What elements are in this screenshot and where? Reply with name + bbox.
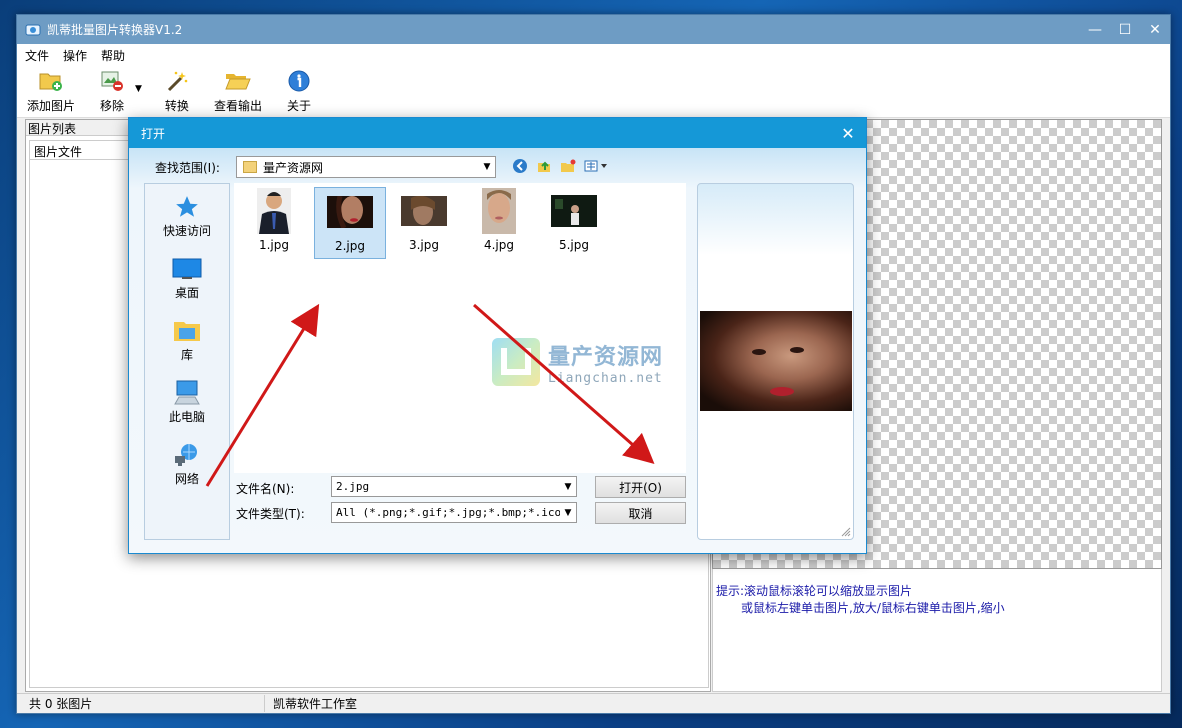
open-button[interactable]: 打开(O) (595, 476, 686, 498)
add-image-icon (38, 68, 64, 94)
image-thumbnail (401, 187, 447, 235)
file-item[interactable]: 4.jpg (463, 187, 535, 259)
chevron-down-icon: ▼ (483, 162, 491, 172)
place-this-pc[interactable]: 此电脑 (145, 380, 229, 432)
info-icon (286, 68, 312, 94)
menu-help[interactable]: 帮助 (101, 47, 125, 64)
file-item[interactable]: 3.jpg (388, 187, 460, 259)
maximize-button[interactable]: ☐ (1110, 15, 1140, 44)
file-name: 1.jpg (258, 238, 290, 252)
hint-text: 提示:滚动鼠标滚轮可以缩放显示图片 或鼠标左键单击图片,放大/鼠标右键单击图片,… (716, 583, 1005, 617)
back-icon[interactable] (511, 157, 529, 175)
new-folder-icon[interactable] (559, 157, 577, 175)
open-folder-icon (225, 68, 251, 94)
star-icon (172, 194, 202, 220)
place-label-quick-access: 快速访问 (162, 224, 211, 238)
place-quick-access[interactable]: 快速访问 (145, 194, 229, 246)
library-icon (172, 318, 202, 344)
file-item[interactable]: 5.jpg (538, 187, 610, 259)
place-label-network: 网络 (174, 472, 199, 486)
view-output-button[interactable]: 查看输出 (214, 68, 262, 117)
watermark-logo (492, 338, 540, 386)
computer-icon (172, 380, 202, 406)
filetype-select[interactable]: All (*.png;*.gif;*.jpg;*.bmp;*.ico;*. ▼ (331, 502, 577, 523)
app-icon (25, 24, 41, 35)
menu-operation[interactable]: 操作 (63, 47, 87, 64)
file-name: 5.jpg (558, 238, 590, 252)
remove-dropdown-arrow[interactable]: ▼ (135, 84, 142, 94)
about-label: 关于 (286, 99, 311, 113)
place-desktop[interactable]: 桌面 (145, 256, 229, 308)
up-folder-icon[interactable] (535, 157, 553, 175)
filename-value: 2.jpg (336, 480, 370, 493)
dialog-nav-toolbar (511, 157, 611, 175)
view-menu-icon[interactable] (583, 157, 611, 175)
filename-input[interactable]: 2.jpg ▼ (331, 476, 577, 497)
dialog-titlebar[interactable]: 打开 ✕ (129, 118, 866, 148)
add-image-button[interactable]: 添加图片 (27, 68, 75, 117)
view-output-label: 查看输出 (213, 99, 262, 113)
remove-image-icon (99, 68, 125, 94)
image-thumbnail (327, 188, 373, 236)
resize-grip-icon[interactable] (841, 527, 851, 537)
watermark: 量产资源网 Liangchan.net (490, 336, 663, 388)
place-label-library: 库 (180, 348, 193, 362)
magic-wand-icon (164, 68, 190, 94)
app-title: 凯蒂批量图片转换器V1.2 (47, 23, 183, 37)
about-button[interactable]: 关于 (286, 68, 312, 117)
file-name: 4.jpg (483, 238, 515, 252)
remove-label: 移除 (100, 99, 125, 113)
place-label-desktop: 桌面 (174, 286, 199, 300)
place-label-this-pc: 此电脑 (168, 410, 205, 424)
dialog-title: 打开 (141, 126, 166, 141)
main-titlebar[interactable]: 凯蒂批量图片转换器V1.2 — ☐ ✕ (17, 15, 1170, 44)
look-in-label: 查找范围(I): (155, 161, 220, 175)
preview-lips (770, 387, 794, 396)
hint-line-1: 提示:滚动鼠标滚轮可以缩放显示图片 (716, 584, 913, 598)
dialog-close-icon[interactable]: ✕ (830, 124, 866, 143)
preview-image (700, 311, 852, 411)
preview-eye (790, 347, 804, 353)
folder-icon (243, 161, 257, 173)
cancel-button[interactable]: 取消 (595, 502, 686, 524)
filetype-value: All (*.png;*.gif;*.jpg;*.bmp;*.ico;*. (336, 506, 560, 519)
convert-label: 转换 (164, 99, 189, 113)
places-bar: 快速访问 桌面 库 此电脑 网络 (144, 183, 230, 540)
desktop-icon (172, 256, 202, 282)
menubar: 文件 操作 帮助 (17, 44, 1170, 66)
image-thumbnail (482, 187, 516, 235)
place-network[interactable]: 网络 (145, 442, 229, 494)
status-image-count: 共 0 张图片 (17, 695, 265, 712)
file-item-selected[interactable]: 2.jpg (314, 187, 386, 259)
image-thumbnail (551, 187, 597, 235)
status-company: 凯蒂软件工作室 (273, 697, 358, 711)
watermark-en: Liangchan.net (548, 370, 663, 386)
file-preview-pane (697, 183, 854, 540)
hint-line-2: 或鼠标左键单击图片,放大/鼠标右键单击图片,缩小 (741, 601, 1005, 615)
add-image-label: 添加图片 (27, 99, 76, 113)
minimize-button[interactable]: — (1080, 15, 1110, 44)
look-in-combo[interactable]: 量产资源网 ▼ (236, 156, 496, 178)
preview-eye (752, 349, 766, 355)
convert-button[interactable]: 转换 (164, 68, 190, 117)
place-library[interactable]: 库 (145, 318, 229, 370)
chevron-down-icon: ▼ (564, 481, 572, 492)
file-list-view[interactable]: 1.jpg 2.jpg 3.jpg 4.jpg 5.jpg (234, 183, 686, 473)
look-in-value: 量产资源网 (263, 160, 324, 175)
filetype-label: 文件类型(T): (236, 507, 305, 521)
file-item[interactable]: 1.jpg (238, 187, 310, 259)
watermark-cn: 量产资源网 (548, 344, 664, 370)
remove-button[interactable]: 移除 (99, 68, 125, 117)
chevron-down-icon: ▼ (564, 507, 572, 518)
close-window-button[interactable]: ✕ (1140, 15, 1170, 44)
statusbar: 共 0 张图片 凯蒂软件工作室 (17, 693, 1170, 713)
menu-file[interactable]: 文件 (25, 47, 49, 64)
filename-label: 文件名(N): (236, 482, 295, 496)
toolbar: 添加图片 移除 ▼ 转换 查看输出 关于 (17, 66, 1170, 118)
image-thumbnail (257, 187, 291, 235)
file-name: 3.jpg (408, 238, 440, 252)
file-name: 2.jpg (334, 239, 366, 253)
network-icon (172, 442, 202, 468)
